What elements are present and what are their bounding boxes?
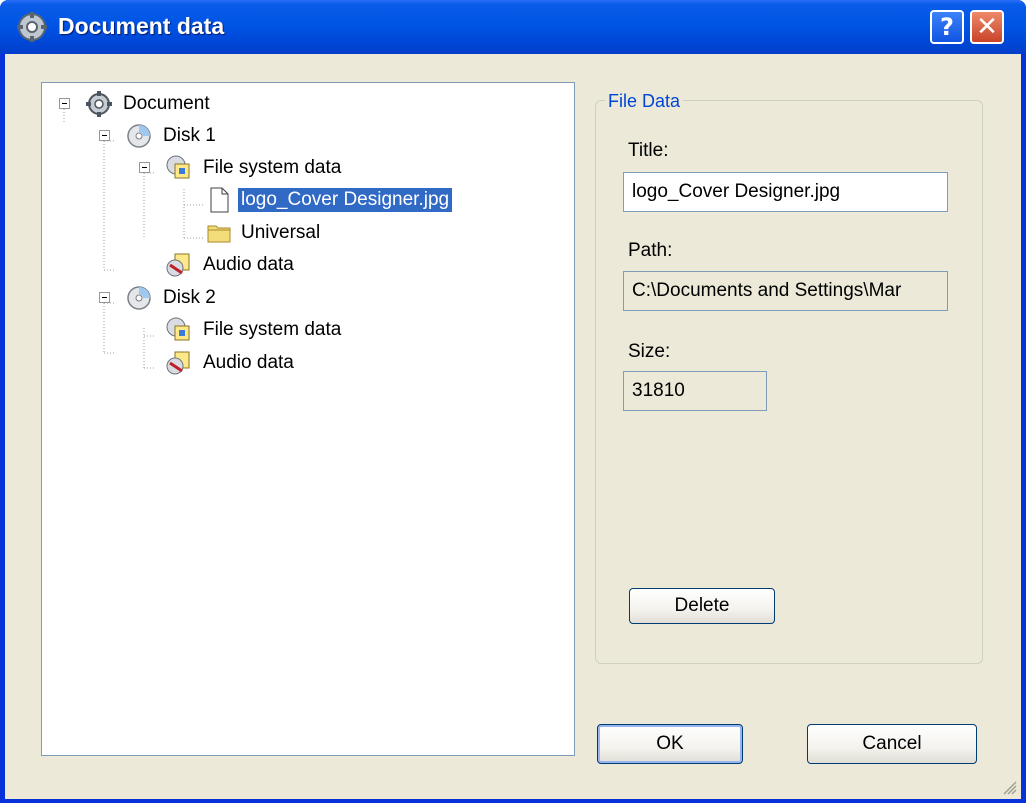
audio-data-icon <box>166 253 190 277</box>
document-data-dialog: Document data ? ✕ Document Disk 1 File s… <box>0 0 1026 803</box>
resize-grip-icon[interactable] <box>1003 781 1017 795</box>
window-title: Document data <box>58 13 225 39</box>
document-gear-icon <box>17 12 47 42</box>
document-tree-view[interactable]: Document Disk 1 File system data logo_Co… <box>41 82 575 756</box>
cd-disk-icon <box>127 124 151 148</box>
help-button[interactable]: ? <box>930 10 964 44</box>
tree-node-disk-1[interactable]: Disk 1 <box>160 124 219 148</box>
tree-node-logo-file[interactable]: logo_Cover Designer.jpg <box>238 188 453 212</box>
size-label: Size: <box>628 341 671 362</box>
ok-button[interactable]: OK <box>597 724 743 764</box>
collapse-toggle-file-system-data-1[interactable] <box>139 162 150 173</box>
title-label: Title: <box>628 140 669 161</box>
tree-node-file-system-data-1[interactable]: File system data <box>200 156 344 180</box>
dialog-client-area: Document Disk 1 File system data logo_Co… <box>5 54 1021 799</box>
collapse-toggle-disk-2[interactable] <box>99 292 110 303</box>
delete-button[interactable]: Delete <box>629 588 775 624</box>
file-system-data-icon <box>166 155 190 179</box>
file-icon <box>210 187 229 213</box>
audio-data-icon <box>166 351 190 375</box>
cd-disk-icon <box>127 286 151 310</box>
title-field[interactable]: logo_Cover Designer.jpg <box>623 172 948 212</box>
title-bar[interactable]: Document data ? ✕ <box>0 0 1026 54</box>
collapse-toggle-document[interactable] <box>59 98 70 109</box>
collapse-toggle-disk-1[interactable] <box>99 130 110 141</box>
tree-node-audio-data-1[interactable]: Audio data <box>200 253 297 277</box>
tree-node-document[interactable]: Document <box>120 92 213 116</box>
path-label: Path: <box>628 240 673 261</box>
tree-node-file-system-data-2[interactable]: File system data <box>200 318 344 342</box>
tree-node-universal[interactable]: Universal <box>238 221 323 245</box>
tree-node-disk-2[interactable]: Disk 2 <box>160 286 219 310</box>
file-data-group-title: File Data <box>605 90 684 112</box>
size-field[interactable]: 31810 <box>623 371 767 411</box>
path-field[interactable]: C:\Documents and Settings\Mar <box>623 271 948 311</box>
tree-node-audio-data-2[interactable]: Audio data <box>200 351 297 375</box>
close-button[interactable]: ✕ <box>970 10 1004 44</box>
cancel-button[interactable]: Cancel <box>807 724 977 764</box>
file-system-data-icon <box>166 317 190 341</box>
folder-icon <box>207 225 231 243</box>
document-gear-icon <box>86 91 112 117</box>
